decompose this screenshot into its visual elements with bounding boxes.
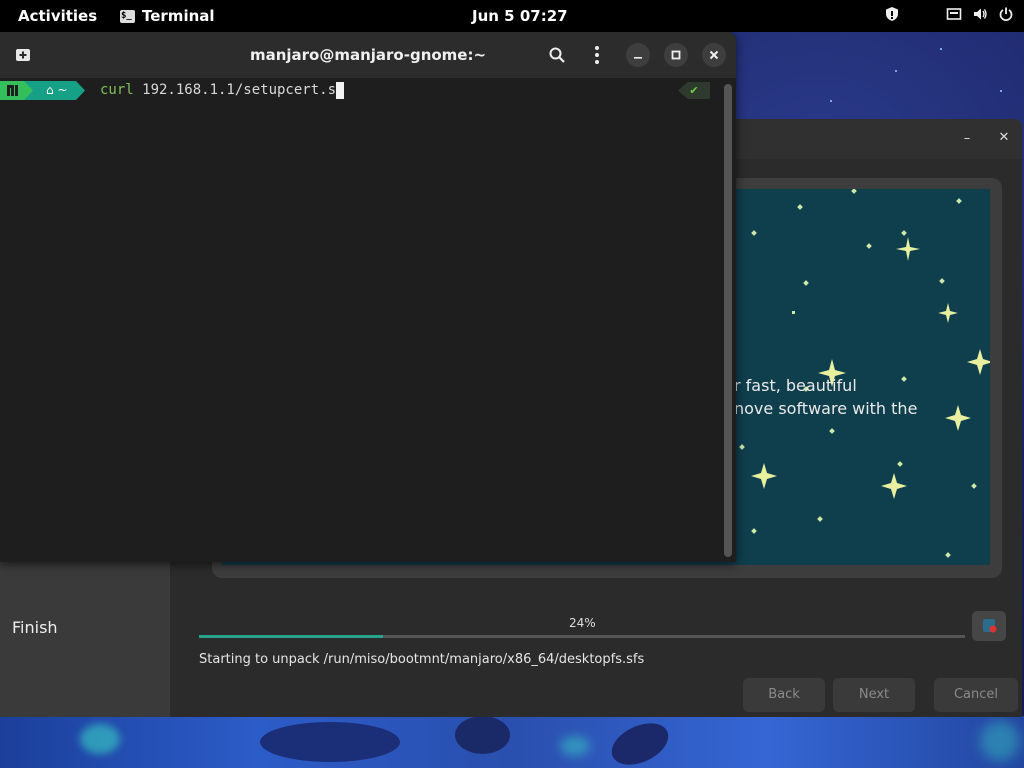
clock[interactable]: Jun 5 07:27 [472,7,568,25]
installer-minimize-button[interactable]: – [955,127,979,151]
top-bar: Activities $_ Terminal Jun 5 07:27 [0,0,1024,32]
progress-label: 24% [569,616,596,630]
back-button[interactable]: Back [743,678,825,712]
activities-button[interactable]: Activities [18,7,97,25]
progress-bar [199,635,965,638]
text-cursor [336,81,345,99]
prompt-directory: ⌂ ~ [34,81,76,100]
terminal-window: manjaro@manjaro-gnome:~ ⌂ ~ curl 192.168… [0,32,736,562]
volume-icon [974,8,987,20]
network-icon [946,8,962,20]
toggle-log-button[interactable] [972,611,1006,641]
terminal-scrollbar[interactable] [724,84,732,557]
prompt-dir: ~ [57,83,68,97]
power-icon [999,7,1013,21]
check-icon: ✔ [689,84,699,97]
maximize-icon [671,50,681,60]
minimize-icon [634,57,642,59]
terminal-app-icon: $_ [120,9,135,23]
exit-status-ok: ✔ [678,82,710,99]
terminal-body[interactable]: ⌂ ~ curl 192.168.1.1/setupcert.s ✔ [0,78,736,562]
progress-fill [199,635,383,638]
log-icon [983,619,997,633]
terminal-header: manjaro@manjaro-gnome:~ [0,32,736,78]
wallpaper-strip [0,716,1024,768]
command-name: curl [100,82,134,98]
shell-prompt: ⌂ ~ [0,81,86,100]
kebab-menu-icon [595,46,599,64]
sidebar-item-finish: Finish [12,618,58,637]
close-icon [709,50,719,60]
status-text: Starting to unpack /run/miso/bootmnt/man… [199,652,645,667]
menu-button[interactable] [588,45,606,69]
desktop: { "topbar": { "activities": "Activities"… [0,0,1024,768]
app-name: Terminal [142,7,215,25]
cancel-button[interactable]: Cancel [934,678,1018,712]
slide-text-line-2: nove software with the [734,399,918,418]
shield-icon [886,7,898,21]
system-tray[interactable] [884,6,1014,22]
command-args: 192.168.1.1/setupcert.s [133,82,337,98]
command-line[interactable]: curl 192.168.1.1/setupcert.s [100,81,345,100]
terminal-maximize-button[interactable] [664,43,688,67]
manjaro-logo-icon [7,85,18,96]
prompt-separator-icon [24,81,34,100]
terminal-minimize-button[interactable] [626,43,650,67]
app-menu[interactable]: $_ Terminal [120,7,215,25]
installer-close-button[interactable]: ✕ [992,126,1016,150]
home-icon: ⌂ [46,83,54,97]
search-button[interactable] [548,46,566,68]
slide-text-line-1: r fast, beautiful [734,376,857,395]
prompt-end-arrow-icon [75,81,85,100]
terminal-close-button[interactable] [702,43,726,67]
search-icon [549,47,565,63]
manjaro-logo-segment [0,81,24,100]
next-button[interactable]: Next [833,678,915,712]
